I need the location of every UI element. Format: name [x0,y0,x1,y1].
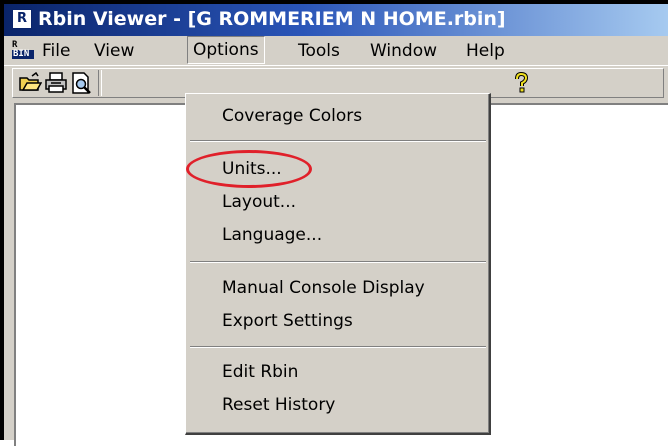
title-bar[interactable]: R Rbin Viewer - [G ROMMERIEM N HOME.rbin… [4,4,668,36]
menu-item-language[interactable]: Language... [222,222,322,248]
menu-separator [190,261,486,263]
open-folder-icon[interactable] [18,71,43,94]
menu-view[interactable]: View [90,40,138,62]
menu-item-manual-console-display[interactable]: Manual Console Display [222,275,425,301]
menu-separator [190,140,486,142]
menu-file[interactable]: File [38,40,74,62]
toolbar-separator [98,70,102,96]
menu-options[interactable]: Options [187,36,265,64]
menu-item-coverage-colors[interactable]: Coverage Colors [222,103,362,129]
print-preview-icon[interactable] [70,72,94,94]
app-icon[interactable]: R [12,9,32,29]
doc-icon-bottom-text: BIN [12,50,34,59]
menu-item-reset-history[interactable]: Reset History [222,392,335,418]
menu-help[interactable]: Help [462,40,509,62]
menu-bar: R BIN File View Options Tools Window Hel… [4,36,668,65]
menu-tools[interactable]: Tools [294,40,344,62]
menu-window[interactable]: Window [366,40,441,62]
menu-item-export-settings[interactable]: Export Settings [222,308,353,334]
menu-item-edit-rbin[interactable]: Edit Rbin [222,359,298,385]
menu-separator [190,346,486,348]
menu-item-layout[interactable]: Layout... [222,189,296,215]
window-title: Rbin Viewer - [G ROMMERIEM N HOME.rbin] [38,8,506,30]
options-menu-dropdown: Coverage Colors Units... Layout... Langu… [185,93,491,435]
document-system-menu-icon[interactable]: R BIN [12,41,34,61]
help-icon[interactable] [509,71,533,94]
print-icon[interactable] [44,72,68,94]
red-highlight-circle [186,150,312,188]
